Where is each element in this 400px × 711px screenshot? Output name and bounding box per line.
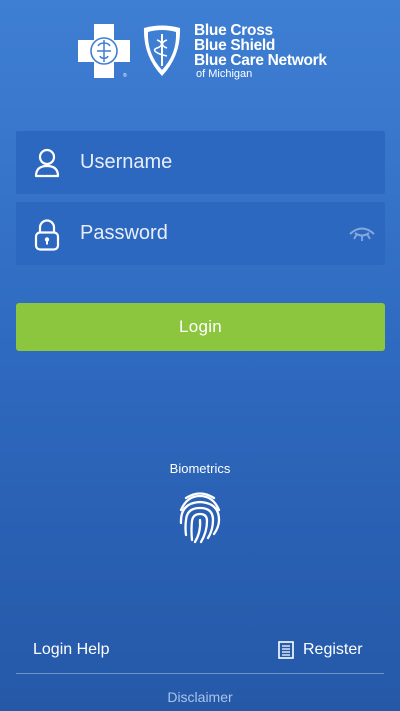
blue-cross-logo-icon: ® (78, 24, 130, 78)
svg-text:®: ® (123, 72, 127, 78)
username-field[interactable] (16, 131, 385, 194)
username-input[interactable] (80, 131, 330, 194)
register-label: Register (303, 641, 363, 659)
bcbs-logo: ® Blue Cross Blue Shield Blue Care Netwo… (78, 20, 328, 82)
document-icon (278, 641, 294, 659)
brand-line-1: Blue Cross (194, 22, 273, 39)
lock-icon (34, 219, 60, 251)
brand-name: Blue Cross Blue Shield Blue Care Network… (194, 23, 327, 80)
register-link[interactable]: Register (278, 641, 363, 659)
login-button[interactable]: Login (16, 303, 385, 351)
biometrics-label: Biometrics (169, 461, 231, 476)
disclaimer-link[interactable]: Disclaimer (0, 689, 400, 705)
brand-line-4: of Michigan (196, 68, 253, 80)
user-icon (34, 148, 60, 178)
footer-divider (16, 673, 384, 674)
password-input[interactable] (80, 202, 330, 265)
show-password-icon[interactable] (349, 223, 375, 245)
blue-shield-logo-icon (143, 25, 181, 76)
password-field[interactable] (16, 202, 385, 265)
brand-line-2: Blue Shield (194, 37, 276, 54)
fingerprint-icon[interactable] (177, 490, 223, 544)
login-help-link[interactable]: Login Help (33, 641, 110, 659)
brand-line-3: Blue Care Network (194, 52, 327, 69)
